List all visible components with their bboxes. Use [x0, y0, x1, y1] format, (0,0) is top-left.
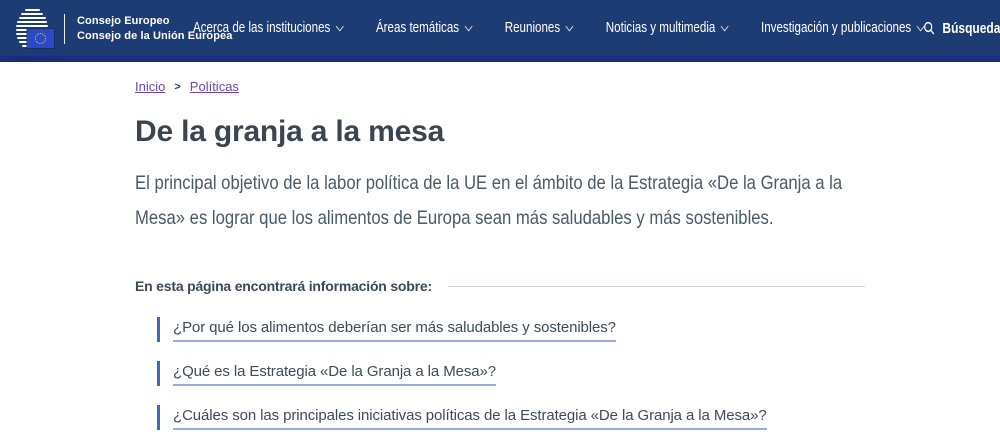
toc-header: En esta página encontrará información so… — [135, 278, 865, 294]
breadcrumb-separator: > — [174, 81, 180, 93]
toc-link-saludables-sostenibles[interactable]: ¿Por qué los alimentos deberían ser más … — [173, 317, 616, 342]
breadcrumb: Inicio > Políticas — [135, 79, 1000, 94]
eu-stars-icon — [35, 33, 46, 44]
nav-item-instituciones[interactable]: Acerca de las instituciones — [193, 20, 342, 36]
chevron-down-icon — [336, 21, 344, 31]
list-item: ¿Cuáles son las principales iniciativas … — [157, 405, 865, 430]
accent-bar — [157, 405, 160, 430]
nav-item-investigacion-publicaciones[interactable]: Investigación y publicaciones — [761, 20, 923, 36]
eu-flag-icon — [27, 29, 54, 48]
nav-item-label: Noticias y multimedia — [606, 20, 716, 36]
search-label: Búsqueda — [942, 20, 1000, 37]
toc-divider — [448, 286, 865, 287]
nav-item-noticias-multimedia[interactable]: Noticias y multimedia — [606, 20, 728, 36]
logo-divider — [64, 14, 65, 44]
toc-link-iniciativas-politicas[interactable]: ¿Cuáles son las principales iniciativas … — [173, 405, 767, 430]
nav-item-areas-tematicas[interactable]: Áreas temáticas — [376, 20, 471, 36]
council-swirl-icon — [8, 6, 56, 52]
chevron-down-icon — [565, 21, 573, 31]
page-title: De la granja a la mesa — [135, 115, 1000, 149]
search-button[interactable]: Búsqueda — [923, 20, 1000, 37]
chevron-down-icon — [464, 21, 472, 31]
on-this-page-section: En esta página encontrará información so… — [135, 278, 865, 430]
search-icon — [923, 21, 934, 35]
nav-item-label: Acerca de las instituciones — [193, 20, 330, 36]
breadcrumb-link-inicio[interactable]: Inicio — [135, 79, 165, 94]
toc-heading: En esta página encontrará información so… — [135, 278, 432, 294]
nav-item-label: Áreas temáticas — [376, 20, 459, 36]
list-item: ¿Por qué los alimentos deberían ser más … — [157, 317, 865, 342]
nav-item-reuniones[interactable]: Reuniones — [505, 20, 572, 36]
breadcrumb-link-politicas[interactable]: Políticas — [190, 79, 239, 94]
nav-item-label: Reuniones — [505, 20, 560, 36]
lead-paragraph: El principal objetivo de la labor políti… — [135, 166, 866, 236]
toc-link-list: ¿Por qué los alimentos deberían ser más … — [157, 317, 865, 430]
accent-bar — [157, 361, 160, 386]
page-content: Inicio > Políticas De la granja a la mes… — [0, 62, 1000, 430]
accent-bar — [157, 317, 160, 342]
chevron-down-icon — [721, 21, 729, 31]
nav-item-label: Investigación y publicaciones — [761, 20, 911, 36]
list-item: ¿Qué es la Estrategia «De la Granja a la… — [157, 361, 865, 386]
toc-link-que-es-estrategia[interactable]: ¿Qué es la Estrategia «De la Granja a la… — [173, 361, 496, 386]
primary-nav: Acerca de las instituciones Áreas temáti… — [193, 0, 999, 56]
top-navigation-bar: Consejo Europeo Consejo de la Unión Euro… — [0, 0, 1000, 62]
